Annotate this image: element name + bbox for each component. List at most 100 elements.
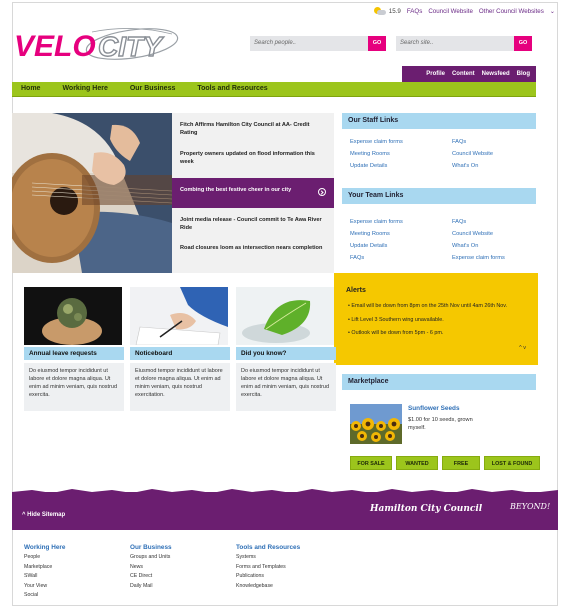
footer-link[interactable]: Your View xyxy=(24,582,65,592)
footer-link[interactable]: Forms and Templates xyxy=(236,563,300,573)
staff-link[interactable]: Update Details xyxy=(350,160,403,172)
card-text: Do eiusmod tempor incididunt ut labore e… xyxy=(236,363,336,411)
site-search-go-button[interactable]: GO xyxy=(514,36,532,51)
personal-nav-blog[interactable]: Blog xyxy=(517,71,530,82)
footer-link[interactable]: News xyxy=(130,563,172,573)
card-title-did-you-know[interactable]: Did you know? xyxy=(236,347,336,360)
council-website-link[interactable]: Council Website xyxy=(428,8,473,15)
utility-bar: 15.9 FAQs Council Website Other Council … xyxy=(373,7,555,15)
footer-column-tools-resources: Tools and Resources Systems Forms and Te… xyxy=(236,543,300,591)
footer-link[interactable]: Publications xyxy=(236,572,300,582)
news-item[interactable]: Fitch Affirms Hamilton City Council at A… xyxy=(172,121,334,137)
footer-column-title[interactable]: Our Business xyxy=(130,543,172,553)
staff-links-right: FAQs Council Website What's On xyxy=(452,136,493,172)
card-globe-image[interactable] xyxy=(24,287,122,345)
weather-cloud-sun-icon xyxy=(373,7,386,15)
site-search: Search site.. GO xyxy=(396,36,532,51)
card-writing-image[interactable] xyxy=(130,287,228,345)
site-search-input[interactable]: Search site.. xyxy=(396,36,514,51)
team-link[interactable]: Expense claim forms xyxy=(452,252,505,264)
logo-text-velo: VELO xyxy=(14,30,96,63)
nav-our-business[interactable]: Our Business xyxy=(130,85,176,96)
footer-link[interactable]: Daily Mail xyxy=(130,582,172,592)
alert-item: Lift Level 3 Southern wing unavailable. xyxy=(348,314,507,328)
news-item[interactable]: Road closures loom as intersection nears… xyxy=(172,244,334,252)
footer-link[interactable]: Social xyxy=(24,591,65,601)
free-button[interactable]: FREE xyxy=(442,456,480,470)
footer-bar: ^ Hide Sitemap Hamilton City Council BEY… xyxy=(12,489,558,530)
footer-column-our-business: Our Business Groups and Units News CE Di… xyxy=(130,543,172,591)
weather-widget: 15.9 xyxy=(373,7,401,15)
team-link[interactable]: What's On xyxy=(452,240,505,252)
footer-link[interactable]: People xyxy=(24,553,65,563)
weather-temperature: 15.9 xyxy=(388,7,401,15)
alerts-panel: Alerts Email will be down from 8pm on th… xyxy=(334,273,538,365)
card-text: Eiusmod tempor incididunt ut labore et d… xyxy=(130,363,230,411)
news-list: Fitch Affirms Hamilton City Council at A… xyxy=(172,113,334,273)
footer-column-title[interactable]: Tools and Resources xyxy=(236,543,300,553)
other-websites-dropdown[interactable]: Other Council Websites xyxy=(479,8,544,15)
hamilton-city-council-logo[interactable]: Hamilton City Council xyxy=(370,504,482,514)
staff-links-left: Expense claim forms Meeting Rooms Update… xyxy=(350,136,403,172)
alert-item: Outlook will be down from 5pm - 6 pm. xyxy=(348,327,507,341)
for-sale-button[interactable]: FOR SALE xyxy=(350,456,392,470)
footer-link[interactable]: SWall xyxy=(24,572,65,582)
people-search-go-button[interactable]: GO xyxy=(368,36,386,51)
card-title-noticeboard[interactable]: Noticeboard xyxy=(130,347,230,360)
team-link[interactable]: Meeting Rooms xyxy=(350,228,403,240)
arrow-right-circle-icon[interactable] xyxy=(318,188,326,196)
card-text: Do eiusmod tempor incididunt ut labore e… xyxy=(24,363,124,411)
footer-link[interactable]: Groups and Units xyxy=(130,553,172,563)
people-search-input[interactable]: Search people.. xyxy=(250,36,368,51)
news-item-active[interactable]: Combing the best festive cheer in our ci… xyxy=(172,178,334,208)
personal-nav: Profile Content Newsfeed Blog xyxy=(402,66,536,82)
wanted-button[interactable]: WANTED xyxy=(396,456,438,470)
nav-working-here[interactable]: Working Here xyxy=(62,85,107,96)
nav-tools-resources[interactable]: Tools and Resources xyxy=(197,85,267,96)
team-link[interactable]: Expense claim forms xyxy=(350,216,403,228)
personal-nav-content[interactable]: Content xyxy=(452,71,475,82)
velocity-logo[interactable]: VELO CITY xyxy=(12,22,182,66)
faqs-link[interactable]: FAQs xyxy=(407,8,422,15)
marketplace-item-title[interactable]: Sunflower Seeds xyxy=(408,405,460,412)
staff-link[interactable]: Expense claim forms xyxy=(350,136,403,148)
nav-home[interactable]: Home xyxy=(21,85,40,96)
main-nav: Home Working Here Our Business Tools and… xyxy=(12,82,536,97)
card-title-annual-leave[interactable]: Annual leave requests xyxy=(24,347,124,360)
team-link[interactable]: Council Website xyxy=(452,228,505,240)
alerts-list: Email will be down from 8pm on the 25th … xyxy=(348,300,507,341)
staff-link[interactable]: What's On xyxy=(452,160,493,172)
beyond-logo[interactable]: BEYOND! xyxy=(510,502,550,511)
hide-sitemap-toggle[interactable]: ^ Hide Sitemap xyxy=(22,512,65,518)
chevron-down-icon[interactable]: ⌄ xyxy=(550,8,555,15)
staff-links-header: Our Staff Links xyxy=(342,113,536,129)
alerts-pager-arrows[interactable]: ^ v xyxy=(519,345,526,351)
news-item-label: Combing the best festive cheer in our ci… xyxy=(180,187,292,193)
card-leaf-image[interactable] xyxy=(236,287,334,345)
footer-link[interactable]: Systems xyxy=(236,553,300,563)
lost-found-button[interactable]: LOST & FOUND xyxy=(484,456,540,470)
footer-column-working-here: Working Here People Marketplace SWall Yo… xyxy=(24,543,65,601)
team-link[interactable]: Update Details xyxy=(350,240,403,252)
people-search: Search people.. GO xyxy=(250,36,386,51)
team-link[interactable]: FAQs xyxy=(350,252,403,264)
footer-link[interactable]: Knowledgebase xyxy=(236,582,300,592)
footer-torn-edge xyxy=(12,489,558,496)
alerts-title: Alerts xyxy=(346,287,366,294)
staff-link[interactable]: FAQs xyxy=(452,136,493,148)
logo-text-city: CITY xyxy=(98,31,164,62)
footer-column-title[interactable]: Working Here xyxy=(24,543,65,553)
personal-nav-newsfeed[interactable]: Newsfeed xyxy=(482,71,510,82)
news-item[interactable]: Joint media release - Council commit to … xyxy=(172,216,334,232)
personal-nav-profile[interactable]: Profile xyxy=(426,71,445,82)
footer-link[interactable]: Marketplace xyxy=(24,563,65,573)
hero-guitar-image[interactable] xyxy=(12,113,172,273)
staff-link[interactable]: Council Website xyxy=(452,148,493,160)
sunflower-image[interactable] xyxy=(350,404,402,444)
news-item[interactable]: Property owners updated on flood informa… xyxy=(172,150,334,166)
staff-link[interactable]: Meeting Rooms xyxy=(350,148,403,160)
alert-item: Email will be down from 8pm on the 25th … xyxy=(348,300,507,314)
team-links-header: Your Team Links xyxy=(342,188,536,204)
footer-link[interactable]: CE Direct xyxy=(130,572,172,582)
team-link[interactable]: FAQs xyxy=(452,216,505,228)
